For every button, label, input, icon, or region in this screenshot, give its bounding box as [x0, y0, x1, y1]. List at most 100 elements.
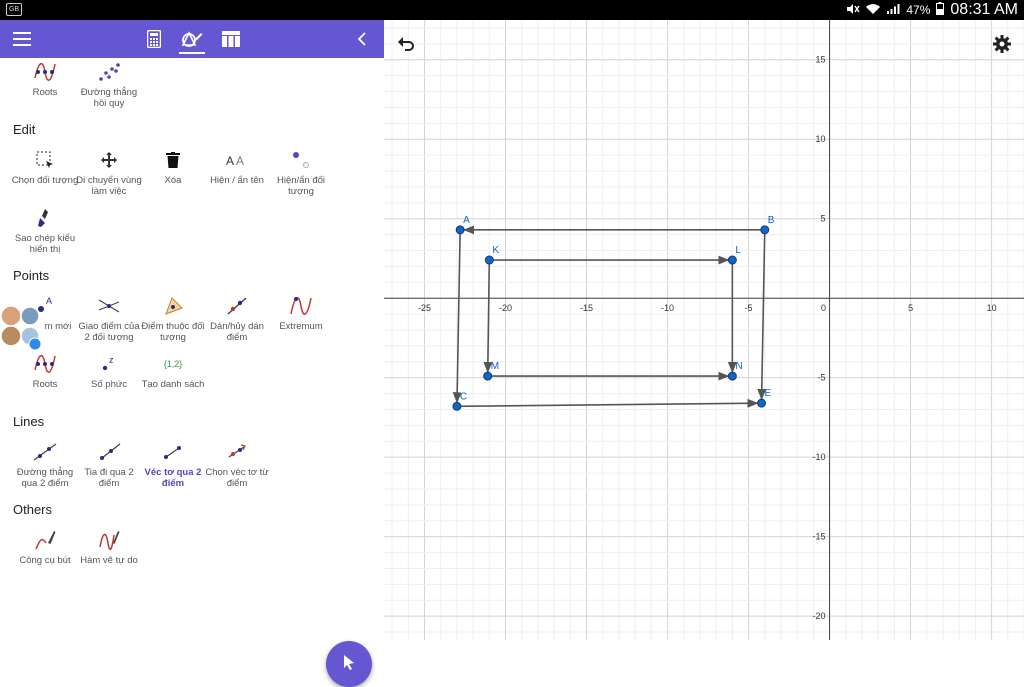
brush-icon — [11, 206, 79, 230]
tool-label: Chọn đối tượng — [11, 175, 79, 186]
chevron-left-icon[interactable] — [351, 28, 373, 50]
svg-text:A: A — [46, 296, 52, 306]
tool-pen[interactable]: Công cụ bút — [11, 528, 79, 566]
y-tick-label: -5 — [818, 373, 826, 383]
coordinate-plane[interactable]: -25 -20 -15 -10 -5 0 5 10 15 10 5 -5 -10 -15 -20 A B C E K L… — [384, 20, 1024, 640]
graphics-view[interactable]: -25 -20 -15 -10 -5 0 5 10 15 10 5 -5 -10 -15 -20 A B C E K L… — [384, 20, 1024, 640]
trash-icon — [139, 148, 207, 172]
signal-icon — [886, 3, 900, 18]
x-tick-label: 5 — [908, 303, 913, 313]
tool-label: Chọn véc tơ từ điểm — [205, 467, 269, 489]
roots-icon — [11, 60, 79, 84]
hamburger-icon[interactable] — [11, 28, 33, 50]
tool-complex[interactable]: z Số phức — [75, 352, 143, 390]
list-icon: {1,2} — [139, 352, 207, 376]
vector-CE — [456, 398, 759, 408]
tool-label: Dán/hủy dán điểm — [210, 321, 264, 343]
tool-label: Roots — [32, 87, 58, 98]
tool-attach-point[interactable]: Dán/hủy dán điểm — [203, 294, 271, 343]
cursor-icon — [342, 654, 356, 675]
tool-select[interactable]: Chọn đối tượng — [11, 148, 79, 186]
tool-vector-from-point[interactable]: Chọn véc tơ từ điểm — [203, 440, 271, 489]
undo-icon[interactable] — [396, 34, 416, 54]
tool-regression[interactable]: Đường thẳng hồi quy — [75, 60, 143, 109]
tool-label: Tia đi qua 2 điểm — [84, 467, 134, 489]
svg-text:A: A — [226, 154, 234, 167]
point-label-L: L — [735, 245, 741, 256]
mute-icon — [846, 3, 860, 18]
tool-label: Véc tơ qua 2 điểm — [144, 467, 202, 489]
extremum-icon — [267, 294, 335, 318]
tool-freehand[interactable]: Hàm vẽ tự do — [75, 528, 143, 566]
tab-selected-indicator — [179, 52, 205, 54]
tool-label: Hiện / ẩn tên — [210, 175, 264, 186]
section-title-lines: Lines — [13, 414, 45, 429]
point-label-A: A — [463, 215, 470, 226]
move-icon — [75, 148, 143, 172]
settings-gear-icon[interactable] — [992, 34, 1012, 54]
y-tick-label: -15 — [813, 532, 826, 542]
attach-icon — [203, 294, 271, 318]
tool-extremum[interactable]: Extremum — [267, 294, 335, 332]
ray-icon — [75, 440, 143, 464]
tool-roots[interactable]: Roots — [11, 60, 79, 98]
section-title-edit: Edit — [13, 122, 36, 137]
x-tick-label: -20 — [499, 303, 512, 313]
section-title-others: Others — [13, 502, 53, 517]
tool-delete[interactable]: Xóa — [139, 148, 207, 186]
point-on-object-icon — [139, 294, 207, 318]
tools-icon[interactable] — [181, 28, 203, 50]
chat-heads-overlay[interactable] — [0, 302, 42, 351]
app-notification-icon: GB — [6, 3, 22, 16]
y-tick-label: 15 — [816, 55, 826, 65]
calculator-icon[interactable] — [143, 28, 165, 50]
tool-move-view[interactable]: Di chuyển vùng làm việc — [75, 148, 143, 197]
point-label-K: K — [492, 245, 499, 256]
table-icon[interactable] — [220, 28, 242, 50]
selection-fab[interactable] — [326, 641, 372, 687]
y-tick-label: 10 — [816, 134, 826, 144]
tool-label: Đường thẳng qua 2 điểm — [16, 467, 74, 489]
point-E — [757, 398, 767, 408]
complex-icon: z — [75, 352, 143, 376]
select-icon — [11, 148, 79, 172]
tool-label: Hàm vẽ tự do — [80, 555, 138, 566]
tool-label: Di chuyển vùng làm việc — [76, 175, 142, 197]
point-C — [452, 401, 462, 411]
tool-label: Extremum — [279, 321, 323, 332]
tool-show-object[interactable]: Hiện/ẩn đối tượng — [267, 148, 335, 197]
freehand-icon — [75, 528, 143, 552]
tool-roots-2[interactable]: Roots — [11, 352, 79, 390]
point-label-C: C — [460, 391, 467, 402]
tool-label: Giao điểm của 2 đối tượng — [78, 321, 140, 343]
tool-ray[interactable]: Tia đi qua 2 điểm — [75, 440, 143, 489]
tool-point-on-object[interactable]: Điểm thuộc đối tượng — [139, 294, 207, 343]
point-label-N: N — [735, 361, 742, 372]
show-hide-icon — [267, 148, 335, 172]
point-B — [760, 225, 770, 235]
tool-label: Sao chép kiểu hiển thị — [14, 233, 76, 255]
x-tick-label: -5 — [745, 303, 753, 313]
x-tick-label: -15 — [580, 303, 593, 313]
intersect-icon — [75, 294, 143, 318]
label-icon: AA — [203, 148, 271, 172]
section-title-points: Points — [13, 268, 50, 283]
tool-label: Roots — [32, 379, 58, 390]
tool-line[interactable]: Đường thẳng qua 2 điểm — [11, 440, 79, 489]
x-tick-label: 0 — [821, 303, 826, 313]
point-label-B: B — [768, 215, 775, 226]
tool-label: Xóa — [164, 175, 182, 186]
tool-intersect[interactable]: Giao điểm của 2 đối tượng — [75, 294, 143, 343]
point-N — [727, 371, 737, 381]
x-tick-label: 10 — [987, 303, 997, 313]
y-tick-label: -20 — [813, 611, 826, 621]
vector-from-point-icon — [203, 440, 271, 464]
battery-icon — [936, 2, 945, 18]
battery-level: 47% — [906, 3, 931, 17]
tool-create-list[interactable]: {1,2} Tạo danh sách — [139, 352, 207, 390]
clock: 08:31 AM — [950, 1, 1018, 18]
app-toolbar — [0, 20, 384, 58]
tool-vector[interactable]: Véc tơ qua 2 điểm — [139, 440, 207, 489]
tool-copy-style[interactable]: Sao chép kiểu hiển thị — [11, 206, 79, 255]
tool-show-label[interactable]: AA Hiện / ẩn tên — [203, 148, 271, 186]
